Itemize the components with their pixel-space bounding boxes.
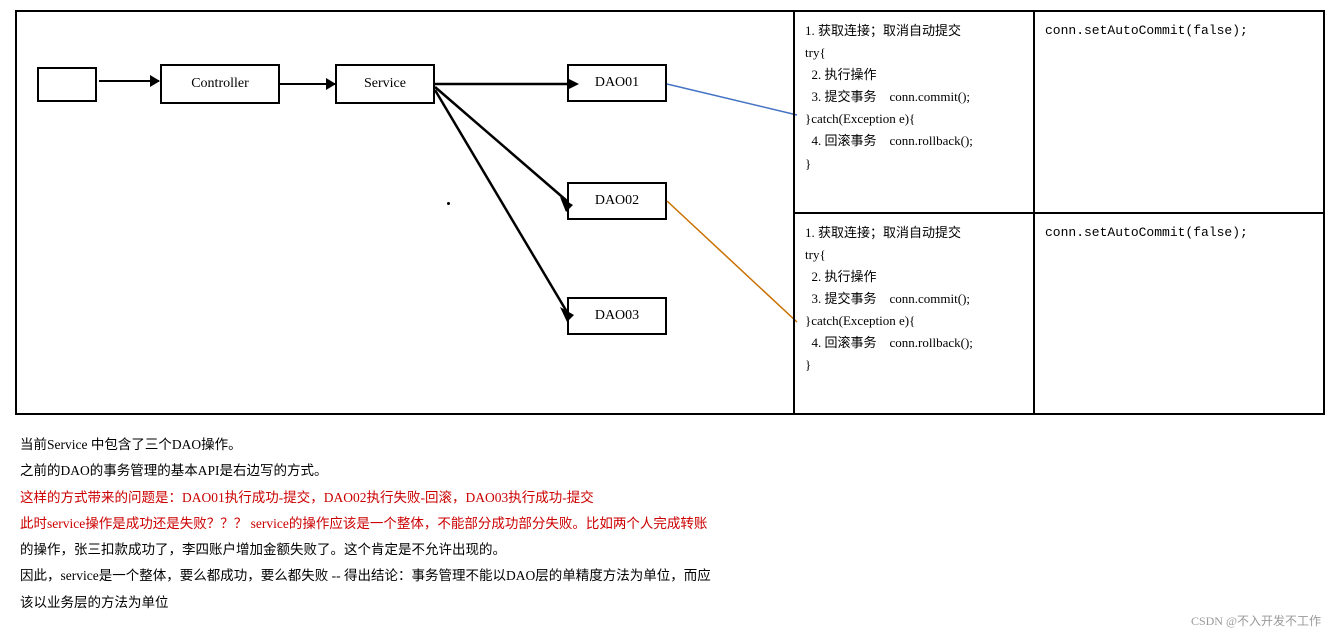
right-panel: 1. 获取连接；取消自动提交 try{ 2. 执行操作 3. 提交事务 conn… [793,12,1323,413]
arrow-input-controller [99,80,159,82]
bottom-p6: 因此，service是一个整体，要么都成功，要么都失败 -- 得出结论：事务管理… [20,564,1321,588]
center-dot [447,202,450,205]
dao03-label: DAO03 [595,308,639,324]
service-label: Service [364,76,406,92]
tx2-line7: } [805,354,1023,376]
tx2-line4: 3. 提交事务 conn.commit(); [805,288,1023,310]
tx1-line3: 2. 执行操作 [805,64,1023,86]
input-box [37,67,97,102]
dao02-box: DAO02 [567,182,667,220]
tx1-line5: }catch(Exception e){ [805,108,1023,130]
bottom-p5: 的操作，张三扣款成功了，李四账户增加金额失败了。这个肯定是不允许出现的。 [20,538,1321,562]
bottom-p4-highlight: 此时service操作是成功还是失败？？？ service的操作应该是一个整体，… [20,516,707,531]
dao03-box: DAO03 [567,297,667,335]
tx2-line1: 1. 获取连接；取消自动提交 [805,222,1023,244]
tx-block-1: 1. 获取连接；取消自动提交 try{ 2. 执行操作 3. 提交事务 conn… [795,12,1323,214]
tx1-line1: 1. 获取连接；取消自动提交 [805,20,1023,42]
tx-right-1: conn.setAutoCommit(false); [1035,12,1323,212]
tx2-line6: 4. 回滚事务 conn.rollback(); [805,332,1023,354]
tx2-line2: try{ [805,244,1023,266]
dao02-label: DAO02 [595,193,639,209]
arrow-controller-service [280,83,335,85]
diagram-area: Controller Service DAO01 DAO02 DAO03 [15,10,1325,415]
tx-left-2: 1. 获取连接；取消自动提交 try{ 2. 执行操作 3. 提交事务 conn… [795,214,1035,414]
main-container: Controller Service DAO01 DAO02 DAO03 [0,0,1341,635]
tx2-line3: 2. 执行操作 [805,266,1023,288]
bottom-p2: 之前的DAO的事务管理的基本API是右边写的方式。 [20,459,1321,483]
tx2-code: conn.setAutoCommit(false); [1045,222,1313,244]
dao01-box: DAO01 [567,64,667,102]
tx1-line7: } [805,153,1023,175]
tx1-code: conn.setAutoCommit(false); [1045,20,1313,42]
controller-box: Controller [160,64,280,104]
bottom-p1: 当前Service 中包含了三个DAO操作。 [20,433,1321,457]
tx1-line2: try{ [805,42,1023,64]
bottom-p4: 此时service操作是成功还是失败？？？ service的操作应该是一个整体，… [20,512,1321,536]
bottom-text: 当前Service 中包含了三个DAO操作。 之前的DAO的事务管理的基本API… [15,425,1326,625]
bottom-p3-highlight: 这样的方式带来的问题是：DAO01执行成功-提交，DAO02执行失败-回滚，DA… [20,490,594,505]
tx1-line4: 3. 提交事务 conn.commit(); [805,86,1023,108]
watermark: CSDN @不入开发不工作 [1191,612,1321,629]
tx2-line5: }catch(Exception e){ [805,310,1023,332]
controller-label: Controller [191,76,249,92]
service-box: Service [335,64,435,104]
tx-block-2: 1. 获取连接；取消自动提交 try{ 2. 执行操作 3. 提交事务 conn… [795,214,1323,414]
tx-left-1: 1. 获取连接；取消自动提交 try{ 2. 执行操作 3. 提交事务 conn… [795,12,1035,212]
bottom-p3: 这样的方式带来的问题是：DAO01执行成功-提交，DAO02执行失败-回滚，DA… [20,486,1321,510]
bottom-p7: 该以业务层的方法为单位 [20,591,1321,615]
dao01-label: DAO01 [595,75,639,91]
tx-right-2: conn.setAutoCommit(false); [1035,214,1323,414]
tx1-line6: 4. 回滚事务 conn.rollback(); [805,130,1023,152]
